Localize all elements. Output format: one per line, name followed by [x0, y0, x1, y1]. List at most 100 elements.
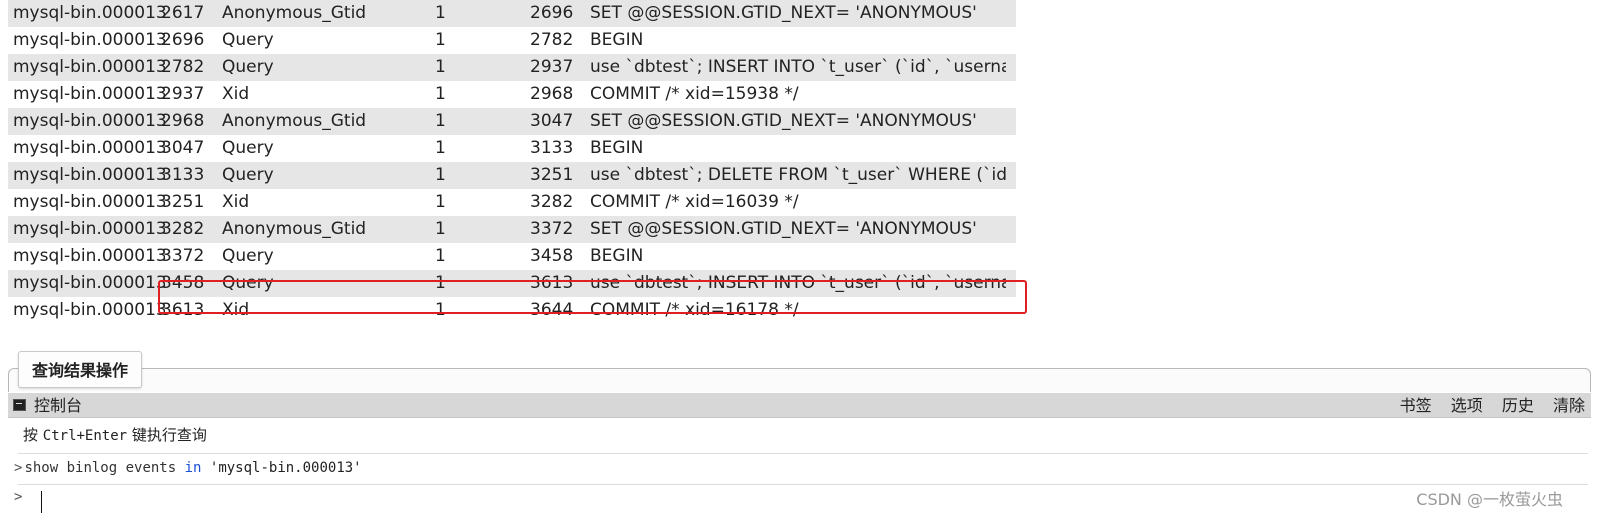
table-row[interactable]: mysql-bin.000013 3458 Query 1 3613 use `…: [8, 270, 1016, 297]
pos-cell: 3282: [161, 219, 205, 239]
server-id-cell: 1: [435, 246, 446, 266]
execute-hint: 按 Ctrl+Enter 键执行查询: [23, 424, 207, 445]
console-input[interactable]: [41, 491, 42, 513]
input-prompt-chevron-icon: >: [14, 489, 23, 505]
log-name-cell: mysql-bin.000013: [13, 84, 165, 104]
server-id-cell: 1: [435, 3, 446, 23]
pos-cell: 2617: [161, 3, 205, 23]
console-actions: 书签 选项 历史 清除: [1386, 393, 1585, 418]
event-type-cell: Query: [222, 57, 274, 77]
console-toolbar: 控制台 书签 选项 历史 清除: [8, 393, 1591, 418]
pos-cell: 2937: [161, 84, 205, 104]
info-cell: SET @@SESSION.GTID_NEXT= 'ANONYMOUS': [590, 111, 977, 131]
log-name-cell: mysql-bin.000013: [13, 30, 165, 50]
server-id-cell: 1: [435, 219, 446, 239]
command-history-entry[interactable]: > show binlog events in 'mysql-bin.000013…: [14, 457, 362, 479]
log-name-cell: mysql-bin.000013: [13, 138, 165, 158]
server-id-cell: 1: [435, 138, 446, 158]
pos-cell: 3458: [161, 273, 205, 293]
event-type-cell: Query: [222, 273, 274, 293]
log-name-cell: mysql-bin.000013: [13, 246, 165, 266]
event-type-cell: Xid: [222, 84, 250, 104]
options-button[interactable]: 选项: [1451, 393, 1483, 418]
info-cell: SET @@SESSION.GTID_NEXT= 'ANONYMOUS': [590, 3, 977, 23]
event-type-cell: Query: [222, 138, 274, 158]
table-row[interactable]: mysql-bin.000013 3047 Query 1 3133 BEGIN: [8, 135, 1016, 162]
pos-cell: 3047: [161, 138, 205, 158]
info-cell: COMMIT /* xid=15938 */: [590, 84, 799, 104]
divider: [18, 453, 1588, 454]
event-type-cell: Anonymous_Gtid: [222, 111, 367, 131]
end-log-pos-cell: 3047: [530, 111, 574, 131]
info-cell: SET @@SESSION.GTID_NEXT= 'ANONYMOUS': [590, 219, 977, 239]
info-cell: BEGIN: [590, 246, 644, 266]
server-id-cell: 1: [435, 165, 446, 185]
end-log-pos-cell: 2968: [530, 84, 574, 104]
pos-cell: 2782: [161, 57, 205, 77]
table-row[interactable]: mysql-bin.000013 2937 Xid 1 2968 COMMIT …: [8, 81, 1016, 108]
server-id-cell: 1: [435, 273, 446, 293]
info-cell: BEGIN: [590, 138, 644, 158]
log-name-cell: mysql-bin.000013: [13, 57, 165, 77]
hint-keys: Ctrl+Enter: [42, 428, 128, 444]
event-type-cell: Anonymous_Gtid: [222, 219, 367, 239]
command-keyword-in: in: [184, 460, 202, 476]
end-log-pos-cell: 3372: [530, 219, 574, 239]
server-id-cell: 1: [435, 111, 446, 131]
end-log-pos-cell: 3251: [530, 165, 574, 185]
table-row[interactable]: mysql-bin.000013 3282 Anonymous_Gtid 1 3…: [8, 216, 1016, 243]
info-cell: use `dbtest`; INSERT INTO `t_user` (`id`…: [590, 57, 1006, 77]
table-row[interactable]: mysql-bin.000013 3251 Xid 1 3282 COMMIT …: [8, 189, 1016, 216]
result-panel-frame: [8, 368, 1591, 392]
prompt-chevron-icon: >: [14, 460, 23, 476]
table-row[interactable]: mysql-bin.000013 3613 Xid 1 3644 COMMIT …: [8, 297, 1016, 324]
end-log-pos-cell: 2696: [530, 3, 574, 23]
server-id-cell: 1: [435, 30, 446, 50]
end-log-pos-cell: 3133: [530, 138, 574, 158]
server-id-cell: 1: [435, 300, 446, 320]
table-row[interactable]: mysql-bin.000013 3133 Query 1 3251 use `…: [8, 162, 1016, 189]
server-id-cell: 1: [435, 192, 446, 212]
log-name-cell: mysql-bin.000013: [13, 111, 165, 131]
event-type-cell: Query: [222, 246, 274, 266]
end-log-pos-cell: 3644: [530, 300, 574, 320]
event-type-cell: Xid: [222, 192, 250, 212]
divider: [18, 484, 1588, 485]
table-row[interactable]: mysql-bin.000013 2782 Query 1 2937 use `…: [8, 54, 1016, 81]
end-log-pos-cell: 2782: [530, 30, 574, 50]
bookmarks-button[interactable]: 书签: [1400, 393, 1432, 418]
info-cell: use `dbtest`; DELETE FROM `t_user` WHERE…: [590, 165, 1006, 185]
event-type-cell: Anonymous_Gtid: [222, 3, 367, 23]
pos-cell: 3372: [161, 246, 205, 266]
log-name-cell: mysql-bin.000013: [13, 219, 165, 239]
table-row[interactable]: mysql-bin.000013 2696 Query 1 2782 BEGIN: [8, 27, 1016, 54]
table-row[interactable]: mysql-bin.000013 2968 Anonymous_Gtid 1 3…: [8, 108, 1016, 135]
clear-button[interactable]: 清除: [1553, 393, 1585, 418]
info-cell: COMMIT /* xid=16039 */: [590, 192, 799, 212]
console-body: 按 Ctrl+Enter 键执行查询 > show binlog events i…: [8, 418, 1591, 525]
hint-suffix: 键执行查询: [127, 426, 207, 444]
info-cell: BEGIN: [590, 30, 644, 50]
server-id-cell: 1: [435, 57, 446, 77]
console-icon: [13, 399, 26, 411]
log-name-cell: mysql-bin.000013: [13, 273, 165, 293]
watermark: CSDN @一枚萤火虫: [1416, 490, 1563, 509]
info-cell: COMMIT /* xid=16178 */: [590, 300, 799, 320]
end-log-pos-cell: 3458: [530, 246, 574, 266]
log-name-cell: mysql-bin.000013: [13, 165, 165, 185]
table-row[interactable]: mysql-bin.000013 3372 Query 1 3458 BEGIN: [8, 243, 1016, 270]
tab-query-result-operations[interactable]: 查询结果操作: [18, 351, 142, 388]
console-title: 控制台: [34, 396, 83, 415]
table-row[interactable]: mysql-bin.000013 2617 Anonymous_Gtid 1 2…: [8, 0, 1016, 27]
log-name-cell: mysql-bin.000013: [13, 3, 165, 23]
end-log-pos-cell: 2937: [530, 57, 574, 77]
pos-cell: 3613: [161, 300, 205, 320]
pos-cell: 2696: [161, 30, 205, 50]
server-id-cell: 1: [435, 84, 446, 104]
event-type-cell: Xid: [222, 300, 250, 320]
event-type-cell: Query: [222, 165, 274, 185]
history-button[interactable]: 历史: [1502, 393, 1534, 418]
hint-prefix: 按: [23, 426, 43, 444]
command-string: 'mysql-bin.000013': [209, 460, 362, 476]
event-type-cell: Query: [222, 30, 274, 50]
